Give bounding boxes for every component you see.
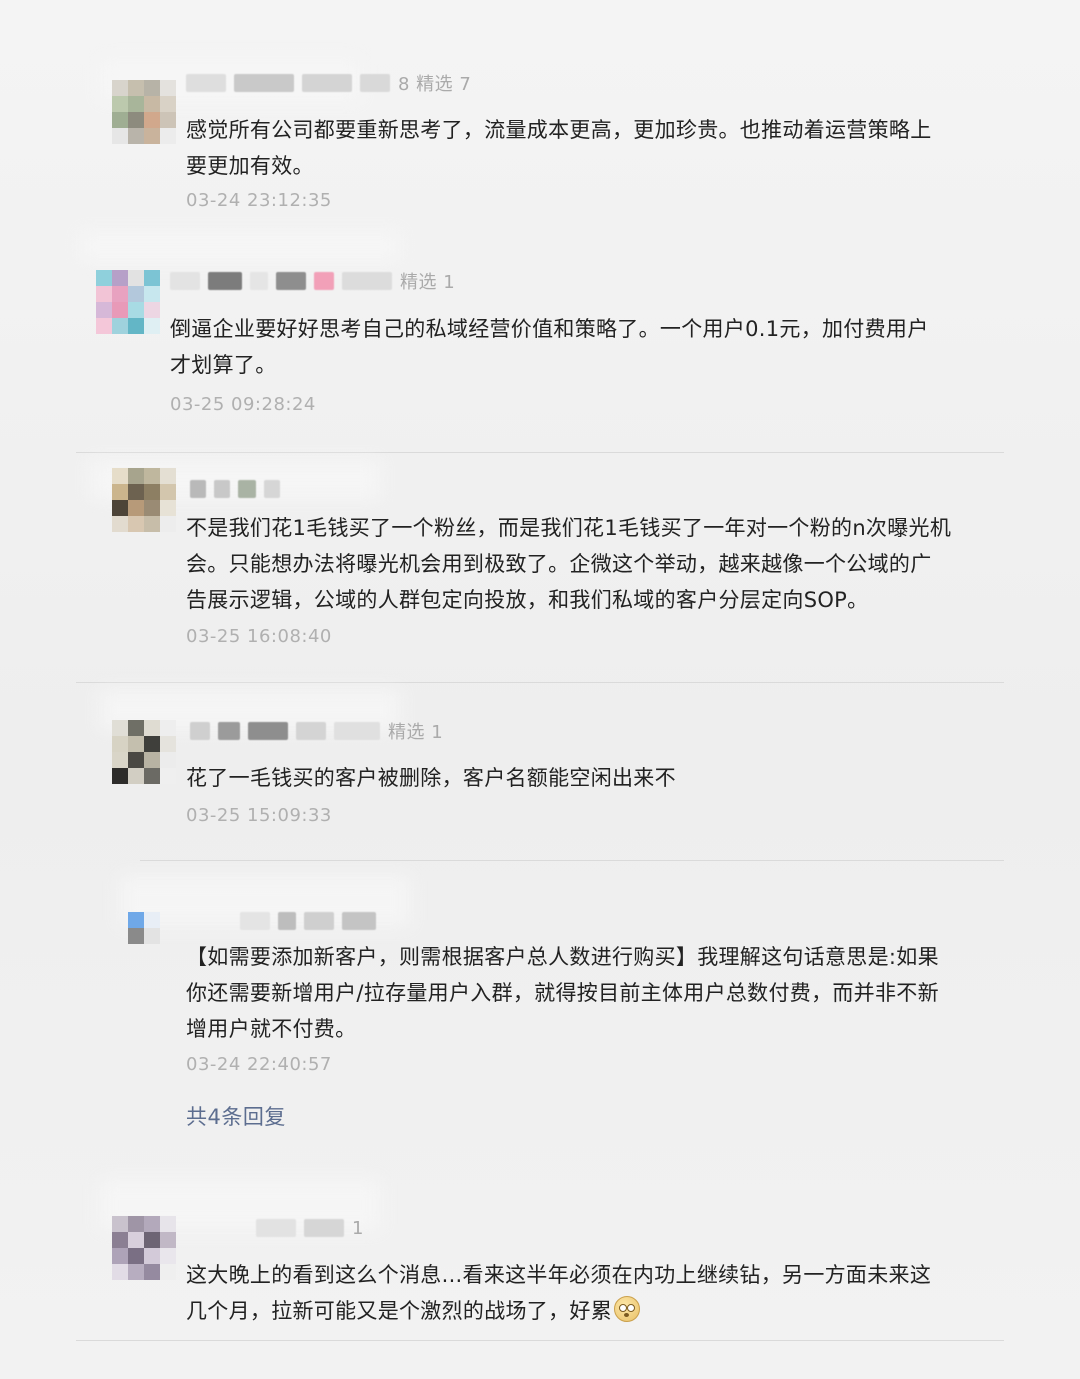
comment-timestamp: 03-24 23:12:35 <box>186 190 332 211</box>
username-mosaic <box>334 722 380 740</box>
featured-count: 精选 1 <box>400 272 456 293</box>
username-mosaic <box>314 272 334 290</box>
username-mosaic <box>234 74 294 92</box>
avatar[interactable] <box>128 912 160 944</box>
avatar[interactable] <box>112 1216 176 1280</box>
comment-text: 感觉所有公司都要重新思考了，流量成本更高，更加珍贵。也推动着运营策略上 要更加有… <box>186 118 932 178</box>
comment-timestamp: 03-25 15:09:33 <box>186 805 332 826</box>
username-mosaic <box>186 74 226 92</box>
username-mosaic <box>190 480 206 498</box>
username-mosaic <box>302 74 352 92</box>
featured-count: 1 <box>352 1217 364 1239</box>
blur-overlay <box>80 232 400 262</box>
username-mosaic <box>304 1219 344 1237</box>
featured-count: 8 精选 7 <box>398 74 472 95</box>
username-mosaic <box>304 912 334 930</box>
username-mosaic <box>276 272 306 290</box>
username-mosaic <box>218 722 240 740</box>
comment-text-content: 这大晚上的看到这么个消息...看来这半年必须在内功上继续钻，另一方面未来这 几个… <box>186 1263 932 1323</box>
comment-meta <box>240 906 376 936</box>
comment-text: 这大晚上的看到这么个消息...看来这半年必须在内功上继续钻，另一方面未来这 几个… <box>186 1257 1026 1329</box>
username-mosaic <box>238 480 256 498</box>
username-mosaic <box>170 272 200 290</box>
avatar[interactable] <box>96 270 160 334</box>
comment-meta <box>190 474 280 504</box>
username-mosaic <box>342 912 376 930</box>
comment-meta: 1 <box>256 1213 364 1243</box>
avatar[interactable] <box>112 720 176 784</box>
comment-divider <box>76 682 1004 683</box>
username-mosaic <box>256 1219 296 1237</box>
username-mosaic <box>264 480 280 498</box>
username-mosaic <box>208 272 242 290</box>
avatar[interactable] <box>112 80 176 144</box>
comment-text: 花了一毛钱买的客户被删除，客户名额能空闲出来不 <box>186 766 676 790</box>
comment-text: 不是我们花1毛钱买了一个粉丝，而是我们花1毛钱买了一年对一个粉的n次曝光机 会。… <box>186 516 952 612</box>
username-mosaic <box>278 912 296 930</box>
flushed-face-emoji-icon <box>614 1296 640 1322</box>
username-mosaic <box>214 480 230 498</box>
comment-divider <box>140 860 1004 861</box>
featured-count: 精选 1 <box>388 722 444 743</box>
username-mosaic <box>248 722 288 740</box>
username-mosaic <box>296 722 326 740</box>
username-mosaic <box>342 272 392 290</box>
avatar[interactable] <box>112 468 176 532</box>
comment-timestamp: 03-25 09:28:24 <box>170 394 316 415</box>
username-mosaic <box>240 912 270 930</box>
username-mosaic <box>360 74 390 92</box>
comment-text: 【如需要添加新客户，则需根据客户总人数进行购买】我理解这句话意思是:如果 你还需… <box>186 945 939 1041</box>
comment-meta: 精选 1 <box>190 716 443 746</box>
comment-divider <box>76 1340 1004 1341</box>
comment-meta: 8 精选 7 <box>186 68 471 98</box>
comment-meta: 精选 1 <box>170 266 455 296</box>
username-mosaic <box>250 272 268 290</box>
comment-list: 8 精选 7 感觉所有公司都要重新思考了，流量成本更高，更加珍贵。也推动着运营策… <box>0 0 1080 1379</box>
username-mosaic <box>190 722 210 740</box>
view-replies-link[interactable]: 共4条回复 <box>186 1101 286 1131</box>
comment-timestamp: 03-24 22:40:57 <box>186 1054 332 1075</box>
comment-text: 倒逼企业要好好思考自己的私域经营价值和策略了。一个用户0.1元，加付费用户 才划… <box>170 317 929 377</box>
comment-divider <box>76 452 1004 453</box>
comment-timestamp: 03-25 16:08:40 <box>186 626 332 647</box>
